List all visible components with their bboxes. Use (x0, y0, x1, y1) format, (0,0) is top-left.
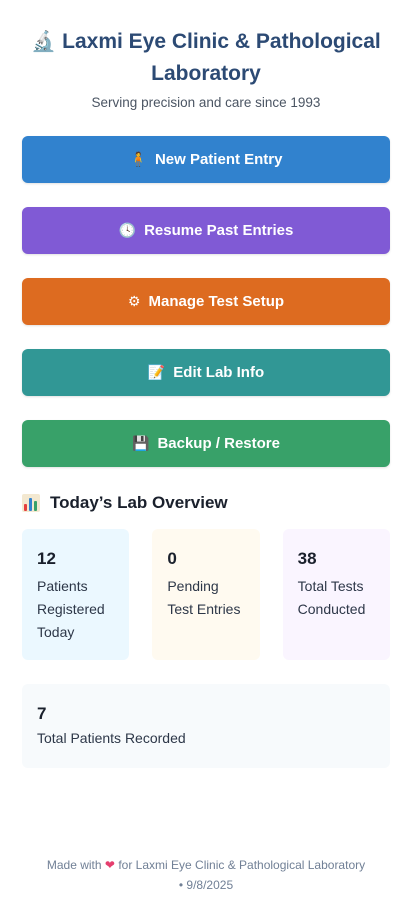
backup-restore-label: Backup / Restore (157, 435, 280, 452)
person-icon: 🧍 (129, 151, 147, 167)
bar-chart-icon (22, 494, 40, 512)
document-icon: 📝 (147, 364, 166, 380)
stat-value: 7 (37, 704, 47, 723)
tests-conducted-card: 38 Total Tests Conducted (282, 529, 390, 660)
manage-test-setup-label: Manage Test Setup (148, 293, 285, 310)
stat-label: Pending Test Entries (167, 578, 241, 617)
resume-past-entries-button[interactable]: 🕓 Resume Past Entries (22, 207, 390, 254)
manage-test-setup-button[interactable]: ⚙ Manage Test Setup (22, 278, 390, 325)
footer-prefix: Made with (46, 858, 102, 872)
stats-cards: 12 Patients Registered Today 0 Pending T… (22, 529, 390, 660)
page-subtitle: Serving precision and care since 1993 (91, 95, 321, 110)
footer: Made with ❤ for Laxmi Eye Clinic & Patho… (0, 855, 412, 895)
edit-lab-info-button[interactable]: 📝 Edit Lab Info (22, 349, 390, 396)
stat-value: 0 (167, 549, 177, 568)
page-title: 🔬 Laxmi Eye Clinic & Pathological Laborat… (24, 26, 388, 89)
stat-label: Total Tests Conducted (297, 578, 366, 617)
footer-suffix: for Laxmi Eye Clinic & Pathological Labo… (118, 858, 366, 872)
app-header: 🔬 Laxmi Eye Clinic & Pathological Laborat… (0, 0, 412, 110)
action-buttons: 🧍 New Patient Entry 🕓 Resume Past Entrie… (22, 136, 390, 467)
overview-heading: Today’s Lab Overview (22, 493, 390, 513)
clinic-name: Laxmi Eye Clinic & Pathological Laborato… (62, 30, 381, 85)
resume-past-entries-label: Resume Past Entries (144, 222, 294, 239)
stat-value: 12 (37, 549, 56, 568)
patients-registered-card: 12 Patients Registered Today (22, 529, 130, 660)
new-patient-entry-button[interactable]: 🧍 New Patient Entry (22, 136, 390, 183)
total-patients-card: 7 Total Patients Recorded (22, 684, 390, 768)
stat-label: Patients Registered Today (37, 578, 105, 640)
edit-lab-info-label: Edit Lab Info (173, 364, 265, 381)
gear-icon: ⚙ (127, 293, 141, 309)
overview-title: Today’s Lab Overview (50, 493, 228, 512)
new-patient-entry-label: New Patient Entry (154, 151, 283, 168)
footer-date: • 9/8/2025 (178, 878, 234, 892)
stat-value: 38 (297, 549, 317, 568)
heart-icon: ❤ (104, 858, 115, 872)
floppy-disk-icon: 💾 (132, 435, 150, 451)
microscope-icon: 🔬 (31, 31, 57, 53)
clock-icon: 🕓 (118, 222, 137, 238)
backup-restore-button[interactable]: 💾 Backup / Restore (22, 420, 390, 467)
stat-label: Total Patients Recorded (37, 730, 186, 746)
pending-entries-card: 0 Pending Test Entries (152, 529, 260, 660)
